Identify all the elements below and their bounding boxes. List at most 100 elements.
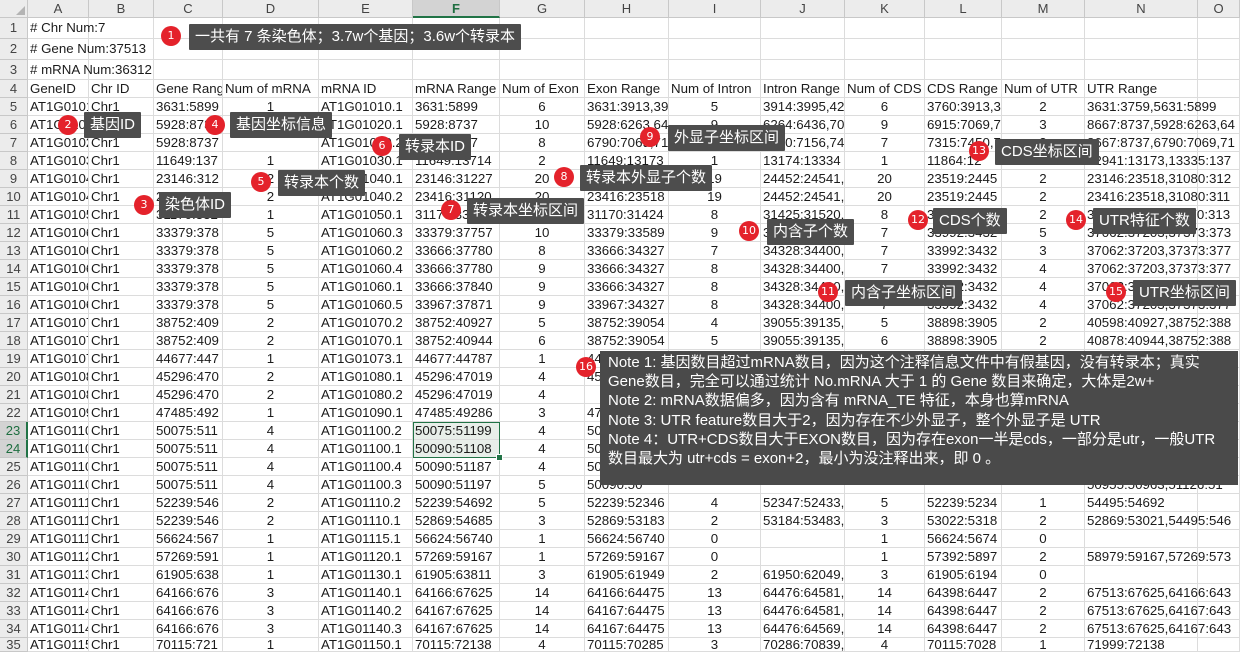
cell-k4[interactable]: Num of CDS	[845, 80, 925, 99]
cell-g8[interactable]: 2	[500, 152, 585, 171]
cell-l6[interactable]: 6915:7069,7	[925, 116, 1002, 135]
cell-c29[interactable]: 56624:567	[154, 530, 223, 549]
cell-e21[interactable]: AT1G01080.2	[319, 386, 413, 405]
cell-i2[interactable]	[669, 38, 761, 60]
cell-a20[interactable]: AT1G0108	[28, 368, 89, 387]
cell-m31[interactable]: 0	[1002, 566, 1085, 585]
cell-k8[interactable]: 1	[845, 152, 925, 171]
column-header-b[interactable]: B	[89, 0, 154, 18]
cell-n2[interactable]	[1085, 38, 1198, 60]
row-header-9[interactable]: 9	[0, 170, 28, 189]
cell-d17[interactable]: 2	[223, 314, 319, 333]
cell-a19[interactable]: AT1G0107	[28, 350, 89, 369]
cell-c17[interactable]: 38752:409	[154, 314, 223, 333]
cell-j28[interactable]: 53184:53483,	[761, 512, 845, 531]
cell-a24[interactable]: AT1G0110	[28, 440, 89, 459]
cell-c9[interactable]: 23146:312	[154, 170, 223, 189]
cell-b8[interactable]: Chr1	[89, 152, 154, 171]
cell-m5[interactable]: 2	[1002, 98, 1085, 117]
cell-k32[interactable]: 14	[845, 584, 925, 603]
cell-c19[interactable]: 44677:447	[154, 350, 223, 369]
cell-g5[interactable]: 6	[500, 98, 585, 117]
cell-o4[interactable]	[1198, 80, 1240, 99]
cell-h15[interactable]: 33666:34327	[585, 278, 669, 297]
cell-l8[interactable]: 11864:12	[925, 152, 1002, 171]
cell-j3[interactable]	[761, 59, 845, 81]
cell-e27[interactable]: AT1G01110.2	[319, 494, 413, 513]
cell-b28[interactable]: Chr1	[89, 512, 154, 531]
cell-j32[interactable]: 64476:64581,	[761, 584, 845, 603]
cell-d27[interactable]: 2	[223, 494, 319, 513]
cell-g23[interactable]: 4	[500, 422, 585, 441]
cell-k6[interactable]: 9	[845, 116, 925, 135]
cell-d3[interactable]	[223, 59, 319, 81]
cell-i13[interactable]: 7	[669, 242, 761, 261]
cell-h17[interactable]: 38752:39054	[585, 314, 669, 333]
cell-l33[interactable]: 64398:6447	[925, 602, 1002, 621]
cell-l3[interactable]	[925, 59, 1002, 81]
cell-b9[interactable]: Chr1	[89, 170, 154, 189]
cell-h31[interactable]: 61905:61949	[585, 566, 669, 585]
cell-e4[interactable]: mRNA ID	[319, 80, 413, 99]
column-header-k[interactable]: K	[845, 0, 925, 18]
cell-k35[interactable]: 4	[845, 638, 925, 652]
row-header-17[interactable]: 17	[0, 314, 28, 333]
row-header-4[interactable]: 4	[0, 80, 28, 99]
cell-i34[interactable]: 13	[669, 620, 761, 639]
cell-g34[interactable]: 14	[500, 620, 585, 639]
cell-e3[interactable]	[319, 59, 413, 81]
cell-k29[interactable]: 1	[845, 530, 925, 549]
cell-a5[interactable]: AT1G0101	[28, 98, 89, 117]
cell-c12[interactable]: 33379:378	[154, 224, 223, 243]
cell-b14[interactable]: Chr1	[89, 260, 154, 279]
cell-a27[interactable]: AT1G0111	[28, 494, 89, 513]
cell-i4[interactable]: Num of Intron	[669, 80, 761, 99]
cell-l31[interactable]: 61905:6194	[925, 566, 1002, 585]
cell-d4[interactable]: Num of mRNA	[223, 80, 319, 99]
cell-k31[interactable]: 3	[845, 566, 925, 585]
cell-f32[interactable]: 64166:67625	[413, 584, 500, 603]
row-header-25[interactable]: 25	[0, 458, 28, 477]
cell-f15[interactable]: 33666:37840	[413, 278, 500, 297]
cell-a13[interactable]: AT1G0106	[28, 242, 89, 261]
cell-f14[interactable]: 33666:37780	[413, 260, 500, 279]
row-header-11[interactable]: 11	[0, 206, 28, 225]
cell-e30[interactable]: AT1G01120.1	[319, 548, 413, 567]
cell-k10[interactable]: 20	[845, 188, 925, 207]
cell-i35[interactable]: 3	[669, 638, 761, 652]
row-header-5[interactable]: 5	[0, 98, 28, 117]
cell-e31[interactable]: AT1G01130.1	[319, 566, 413, 585]
row-header-28[interactable]: 28	[0, 512, 28, 531]
cell-h30[interactable]: 57269:59167	[585, 548, 669, 567]
cell-b3[interactable]	[89, 59, 154, 81]
cell-n27[interactable]: 54495:54692	[1085, 494, 1198, 513]
cell-o3[interactable]	[1198, 59, 1240, 81]
cell-h34[interactable]: 64167:64475	[585, 620, 669, 639]
cell-m14[interactable]: 4	[1002, 260, 1085, 279]
cell-b1[interactable]	[89, 18, 154, 39]
row-header-14[interactable]: 14	[0, 260, 28, 279]
cell-c13[interactable]: 33379:378	[154, 242, 223, 261]
cell-a34[interactable]: AT1G0114	[28, 620, 89, 639]
cell-g7[interactable]: 8	[500, 134, 585, 153]
cell-j31[interactable]: 61950:62049,	[761, 566, 845, 585]
row-header-26[interactable]: 26	[0, 476, 28, 495]
cell-a31[interactable]: AT1G0113	[28, 566, 89, 585]
cell-a15[interactable]: AT1G0106	[28, 278, 89, 297]
cell-f35[interactable]: 70115:72138	[413, 638, 500, 652]
cell-b31[interactable]: Chr1	[89, 566, 154, 585]
cell-c35[interactable]: 70115:721	[154, 638, 223, 652]
cell-f13[interactable]: 33666:37780	[413, 242, 500, 261]
cell-j4[interactable]: Intron Range	[761, 80, 845, 99]
cell-g29[interactable]: 1	[500, 530, 585, 549]
cell-m1[interactable]	[1002, 18, 1085, 39]
cell-f31[interactable]: 61905:63811	[413, 566, 500, 585]
row-header-24[interactable]: 24	[0, 440, 28, 459]
cell-f21[interactable]: 45296:47019	[413, 386, 500, 405]
cell-m3[interactable]	[1002, 59, 1085, 81]
cell-j14[interactable]: 34328:34400,	[761, 260, 845, 279]
row-header-6[interactable]: 6	[0, 116, 28, 135]
cell-o1[interactable]	[1198, 18, 1240, 39]
cell-k2[interactable]	[845, 38, 925, 60]
cell-d32[interactable]: 3	[223, 584, 319, 603]
